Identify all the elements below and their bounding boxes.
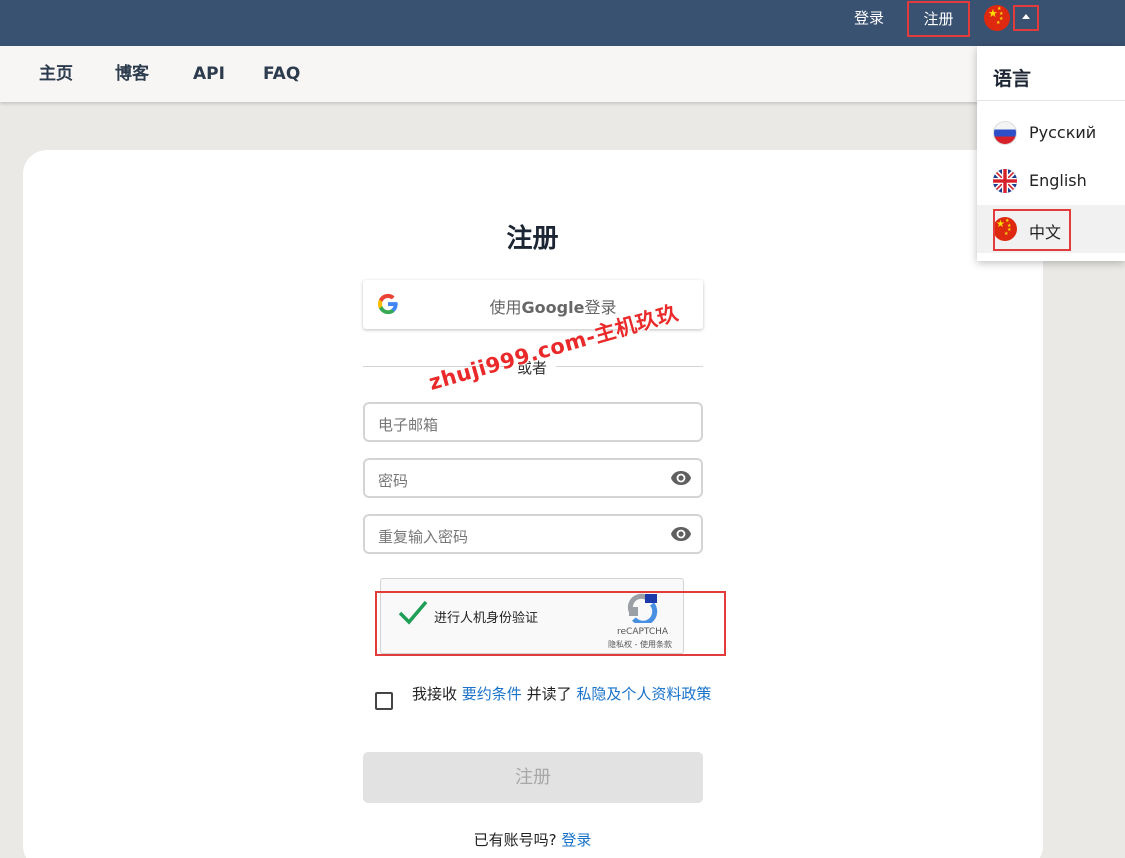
page-title: 注册	[506, 224, 559, 254]
caret-up-icon	[1022, 14, 1030, 19]
main-nav: 主页 博客 API FAQ	[0, 46, 1125, 102]
divider	[977, 100, 1125, 101]
login-link[interactable]: 登录	[561, 831, 591, 849]
eye-icon[interactable]	[670, 526, 692, 542]
flag-cn-icon[interactable]: ★ ★ ★ ★ ★	[984, 5, 1010, 31]
flag-ru-icon	[993, 121, 1017, 145]
privacy-policy-link[interactable]: 私隐及个人资料政策	[576, 685, 711, 703]
terms-text: 我接收 要约条件 并读了 私隐及个人资料政策	[412, 685, 712, 703]
register-submit-button[interactable]: 注册	[363, 752, 703, 803]
repeat-password-placeholder: 重复输入密码	[378, 528, 469, 546]
language-label: Русский	[1029, 123, 1097, 142]
top-login-link[interactable]: 登录	[854, 8, 884, 28]
eye-icon[interactable]	[670, 470, 692, 486]
language-item-chinese[interactable]: ★ ★ ★ ★ ★ 中文	[977, 205, 1125, 253]
have-account-text: 已有账号吗? 登录	[473, 831, 592, 849]
nav-item-blog[interactable]: 博客	[115, 64, 149, 84]
divider	[556, 366, 703, 367]
language-item-russian[interactable]: Русский	[977, 109, 1125, 157]
offer-terms-link[interactable]: 要约条件	[462, 685, 522, 703]
nav-item-api[interactable]: API	[193, 64, 225, 84]
repeat-password-field[interactable]: 重复输入密码	[363, 514, 703, 554]
language-label: English	[1029, 171, 1087, 190]
selection-highlight	[993, 209, 1071, 251]
email-field[interactable]: 电子邮箱	[363, 402, 703, 442]
password-placeholder: 密码	[378, 472, 409, 490]
top-bar: 登录 注册 ★ ★ ★ ★ ★	[0, 0, 1125, 46]
language-menu-title: 语言	[993, 68, 1032, 90]
top-register-link[interactable]: 注册	[907, 1, 970, 37]
language-item-english[interactable]: English	[977, 157, 1125, 205]
password-field[interactable]: 密码	[363, 458, 703, 498]
recaptcha-highlight	[375, 591, 726, 656]
terms-checkbox[interactable]	[375, 692, 393, 710]
language-toggle-button[interactable]	[1013, 5, 1039, 31]
flag-uk-icon	[993, 169, 1017, 193]
email-placeholder: 电子邮箱	[378, 416, 439, 434]
language-menu: 语言 Русский English ★ ★ ★ ★ ★ 中文	[977, 46, 1125, 261]
google-icon	[377, 293, 398, 315]
nav-item-home[interactable]: 主页	[39, 64, 73, 84]
nav-item-faq[interactable]: FAQ	[263, 64, 300, 84]
